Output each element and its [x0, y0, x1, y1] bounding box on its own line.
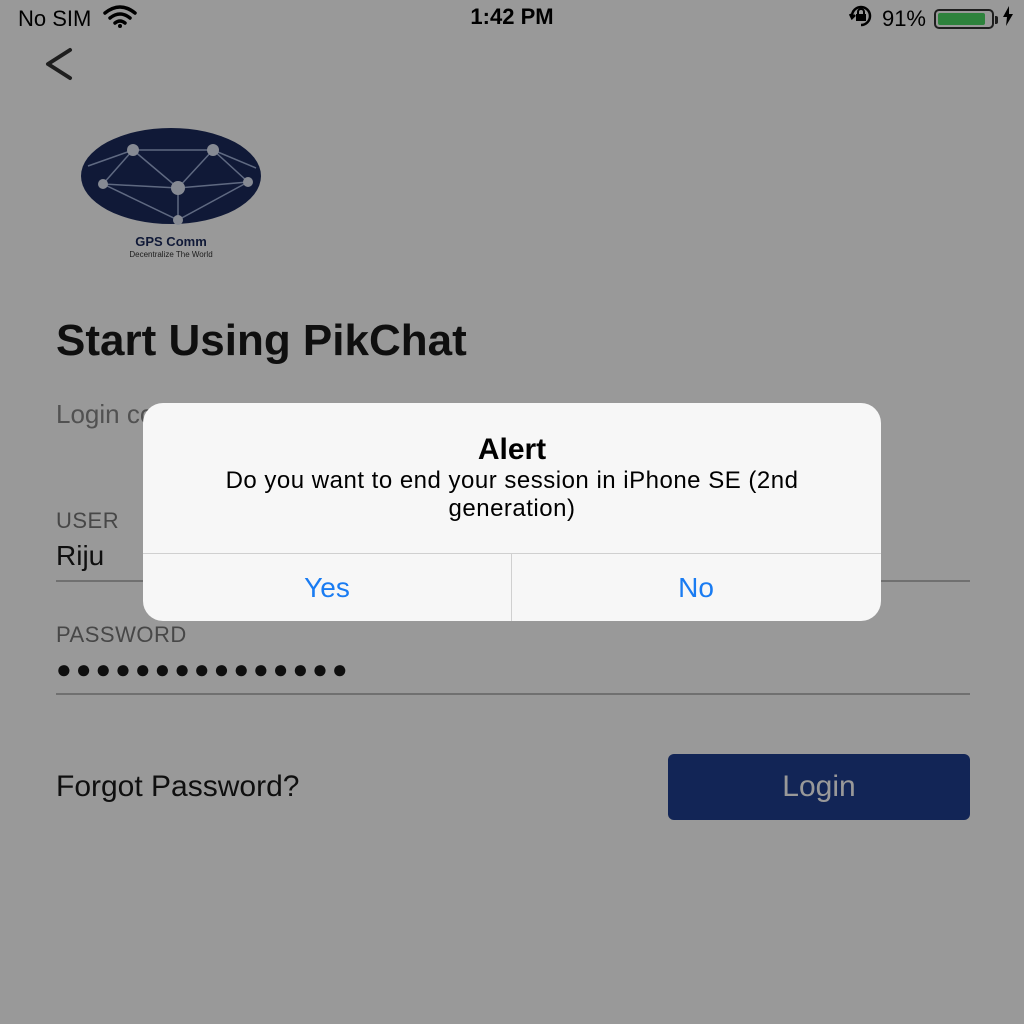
- login-screen: No SIM 1:42 PM 91% GPS Comm Decentralize…: [0, 0, 1024, 1024]
- yes-button[interactable]: Yes: [143, 554, 511, 621]
- alert-message: Do you want to end your session in iPhon…: [225, 467, 799, 522]
- no-button[interactable]: No: [512, 554, 880, 621]
- alert-dialog: Alert Do you want to end your session in…: [143, 403, 881, 621]
- alert-title: Alert: [477, 433, 547, 466]
